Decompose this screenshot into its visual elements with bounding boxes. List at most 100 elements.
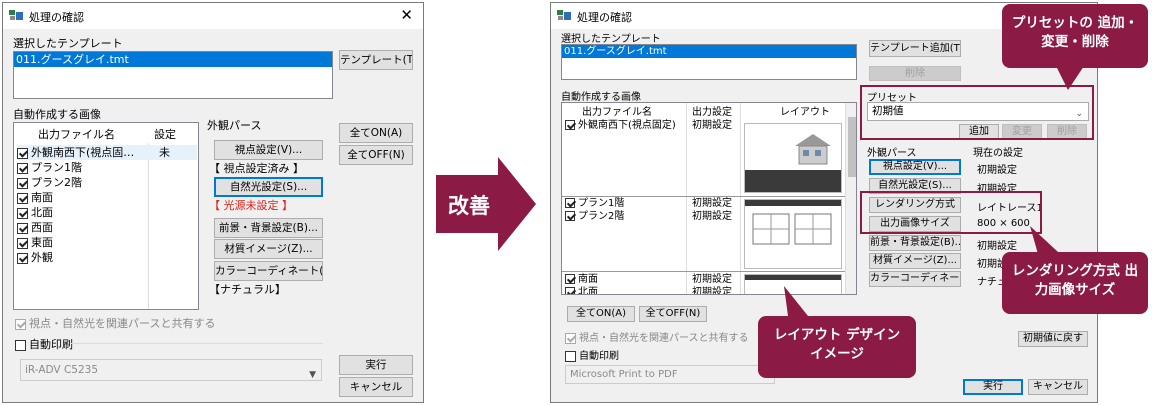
light-status: 【 光源未設定 】 <box>209 199 293 212</box>
list-item[interactable]: 東面 <box>17 235 197 250</box>
template-list[interactable]: 011.グースグレイ.tmt <box>561 44 857 80</box>
checkbox-icon[interactable] <box>17 147 28 159</box>
cancel-button[interactable]: キャンセル <box>339 377 413 397</box>
checkbox-icon[interactable] <box>17 162 28 174</box>
list-item[interactable]: 外観 <box>17 250 197 265</box>
item-setting: 初期設定 <box>692 211 732 222</box>
item-name: 北面 <box>578 287 598 295</box>
setting-button[interactable]: 材質イメージ(Z)... <box>869 253 961 269</box>
all-off-button[interactable]: 全てOFF(N) <box>639 306 707 322</box>
checkbox-icon[interactable] <box>565 120 575 130</box>
template-button[interactable]: テンプレート(T)... <box>339 50 413 70</box>
checkbox-icon[interactable] <box>17 207 28 219</box>
item-setting: 未 <box>159 146 170 159</box>
close-icon[interactable]: ✕ <box>400 6 413 24</box>
all-on-button[interactable]: 全てON(A) <box>567 306 635 322</box>
all-off-button[interactable]: 全てOFF(N) <box>339 145 413 165</box>
natural-light-button[interactable]: 自然光設定(S)... <box>214 177 323 197</box>
checkbox-icon[interactable] <box>17 177 28 189</box>
item-name: 西面 <box>31 221 53 234</box>
checkbox-icon[interactable] <box>17 222 28 234</box>
item-setting: 初期設定 <box>692 198 732 209</box>
template-delete-button: 削除 <box>869 66 961 81</box>
template-item[interactable]: 011.グースグレイ.tmt <box>14 52 332 67</box>
list-item[interactable]: 北面 <box>17 205 197 220</box>
auto-images-label: 自動作成する画像 <box>561 92 641 103</box>
run-button[interactable]: 実行 <box>963 379 1023 395</box>
list-item[interactable]: 南面 <box>17 190 197 205</box>
list-item[interactable]: プラン2階 <box>17 175 197 190</box>
checkbox-icon <box>15 318 26 330</box>
share-checkbox: 視点・自然光を関連パースと共有する <box>15 315 215 331</box>
checkbox-icon[interactable] <box>565 198 575 208</box>
printer-select[interactable]: iR-ADV C5235 ▼ <box>20 359 322 381</box>
thumbnail-header <box>745 275 841 280</box>
setting-button[interactable]: 視点設定(V)... <box>869 159 961 175</box>
thumbnail-header <box>745 200 841 206</box>
auto-images-label: 自動作成する画像 <box>13 108 101 121</box>
template-add-button[interactable]: テンプレート追加(T)... <box>869 40 961 57</box>
scroll-thumb[interactable] <box>848 117 856 177</box>
list-item[interactable]: 西面 <box>17 220 197 235</box>
image-list[interactable]: 出力ファイル名 出力設定 レイアウト 外観南西下(視点固定) 初期設定 プラン1階初… <box>561 102 857 295</box>
item-name: 北面 <box>31 206 53 219</box>
printer-select[interactable]: Microsoft Print to PDF <box>565 365 775 384</box>
list-item[interactable]: プラン1階 <box>17 160 197 175</box>
checkbox-icon[interactable] <box>565 350 576 362</box>
viewpoint-button[interactable]: 視点設定(V)... <box>214 140 323 160</box>
list-item[interactable]: 外観南西下(視点固… 未 <box>17 145 197 160</box>
list-item[interactable]: 南面 初期設定 <box>565 273 732 286</box>
template-item[interactable]: 011.グースグレイ.tmt <box>562 45 856 58</box>
layout-thumbnail-exterior[interactable] <box>744 123 842 193</box>
item-name: 外観南西下(視点固… <box>31 146 135 159</box>
auto-print-checkbox[interactable]: 自動印刷 <box>15 336 73 352</box>
list-item[interactable]: プラン1階 初期設定 <box>565 197 732 210</box>
item-setting: 初期設定 <box>692 287 732 295</box>
app-icon <box>557 10 571 20</box>
setting-button[interactable]: 前景・背景設定(B)... <box>869 235 961 251</box>
run-button[interactable]: 実行 <box>339 355 413 375</box>
list-item[interactable]: 外観南西下(視点固定) 初期設定 <box>565 119 732 132</box>
cancel-button[interactable]: キャンセル <box>1028 379 1088 395</box>
checkbox-icon[interactable] <box>565 211 575 221</box>
checkbox-icon[interactable] <box>17 252 28 264</box>
checkbox-icon[interactable] <box>17 237 28 249</box>
group-divider <box>562 271 845 272</box>
checkbox-icon[interactable] <box>15 339 26 351</box>
checkbox-icon[interactable] <box>565 274 575 284</box>
template-list[interactable]: 011.グースグレイ.tmt <box>13 51 333 99</box>
column-divider <box>740 103 741 294</box>
col-header-filename: 出力ファイル名 <box>582 107 652 118</box>
checkbox-icon <box>565 332 576 344</box>
setting-value: 初期設定 <box>977 165 1017 176</box>
thumbnail-dark-band <box>745 170 841 192</box>
scrollbar[interactable] <box>845 103 856 294</box>
auto-print-checkbox[interactable]: 自動印刷 <box>565 347 619 362</box>
item-setting: 初期設定 <box>692 274 732 285</box>
share-checkbox: 視点・自然光を関連パースと共有する <box>565 329 749 344</box>
material-button[interactable]: 材質イメージ(Z)... <box>214 239 323 259</box>
color-button[interactable]: カラーコーディネート(G)... <box>214 261 323 281</box>
bg-button[interactable]: 前景・背景設定(B)... <box>214 218 323 238</box>
checkbox-icon[interactable] <box>565 287 575 294</box>
col-header-layout: レイアウト <box>780 107 830 118</box>
layout-thumbnail-plan[interactable] <box>744 199 842 269</box>
reset-button[interactable]: 初期値に戻す <box>1018 331 1088 347</box>
print-group-line <box>71 343 323 344</box>
list-item[interactable]: 北面 初期設定 <box>565 286 732 295</box>
preset-callout-text: プリセットの 追加・変更・削除 <box>1011 15 1139 50</box>
list-item[interactable]: プラン2階 初期設定 <box>565 210 732 223</box>
all-on-button[interactable]: 全てON(A) <box>339 123 413 143</box>
template-label: 選択したテンプレート <box>561 34 661 45</box>
setting-button[interactable]: カラーコーディネート(G)... <box>869 271 961 287</box>
exterior-perse-label: 外観パース <box>867 148 917 159</box>
checkbox-icon[interactable] <box>17 192 28 204</box>
auto-print-label: 自動印刷 <box>29 338 73 351</box>
image-list[interactable]: 出力ファイル名 設定 外観南西下(視点固… 未プラン1階 プラン2階 南面 北面 西面 東面… <box>13 122 199 310</box>
preset-highlight <box>860 85 1094 140</box>
item-name: 外観南西下(視点固定) <box>578 120 676 131</box>
house-image-icon <box>795 134 831 165</box>
layout-callout: レイアウト デザインイメージ <box>758 316 916 378</box>
template-label: 選択したテンプレート <box>13 37 123 50</box>
item-name: 外観 <box>31 251 53 264</box>
